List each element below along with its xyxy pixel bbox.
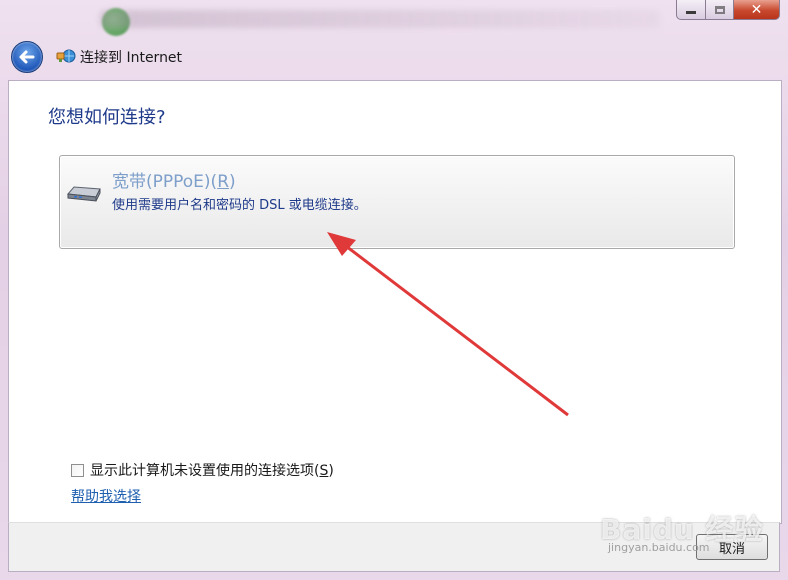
window-frame: ✕ 连接到 Internet 您想如何连接? 宽带(PPPoE)(R) 使用需要… (0, 0, 788, 580)
watermark-url: jingyan.baidu.com (608, 541, 710, 554)
annotation-arrow-head (327, 232, 356, 256)
annotation-arrow (327, 232, 569, 417)
